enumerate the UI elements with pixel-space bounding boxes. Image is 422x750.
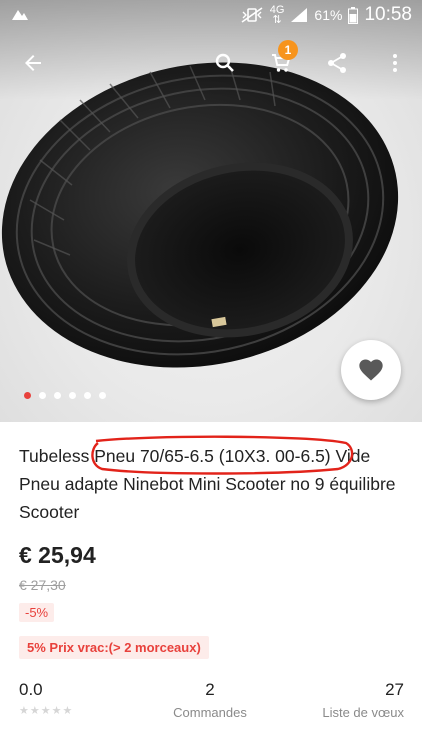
search-icon (215, 53, 234, 72)
rating-stars: ★ ★ ★ ★ ★ (19, 706, 72, 717)
gallery-dot[interactable] (84, 392, 91, 399)
discount-badge: -5% (19, 603, 55, 622)
orders-count: 2 (205, 680, 215, 699)
battery-percent: 61% (314, 7, 343, 23)
clock: 10:58 (364, 4, 412, 25)
network-activity: ⇅ (272, 14, 282, 26)
more-options-button[interactable] (376, 44, 414, 82)
share-button[interactable] (318, 44, 356, 82)
gallery-dot-active[interactable] (24, 392, 31, 399)
cart-count-badge: 1 (278, 40, 298, 60)
gallery-dot[interactable] (39, 392, 46, 399)
battery-icon (348, 6, 359, 24)
more-vert-icon (393, 54, 397, 72)
mute-vibrate-icon (241, 7, 263, 23)
gallery-dot[interactable] (69, 392, 76, 399)
star-icon: ★ (51, 705, 62, 717)
bulk-price-badge[interactable]: 5% Prix vrac:(> 2 morceaux) (19, 636, 209, 659)
product-price: € 25,94 (19, 542, 96, 568)
product-toolbar: 1 (0, 40, 422, 86)
wishlist-label: Liste de vœux (322, 705, 404, 720)
product-stats: 0.0 ★ ★ ★ ★ ★ 2 Commandes 27 Liste de vœ… (0, 680, 422, 730)
gallery-dot[interactable] (99, 392, 106, 399)
wishlist-stat[interactable]: 27 Liste de vœux (322, 680, 404, 720)
star-icon: ★ (29, 705, 40, 717)
star-icon: ★ (62, 705, 73, 717)
rating-value: 0.0 (19, 680, 43, 699)
back-arrow-icon (25, 55, 41, 71)
share-icon (328, 53, 346, 73)
status-bar: 4G ⇅ 61% 10:58 (0, 0, 422, 30)
add-to-wishlist-button[interactable] (341, 340, 401, 400)
star-icon: ★ (19, 705, 29, 717)
original-price: € 27,30 (19, 577, 66, 593)
signal-icon (291, 8, 308, 22)
heart-icon (359, 359, 383, 381)
gallery-pagination (24, 392, 106, 399)
star-icon: ★ (40, 705, 51, 717)
red-highlight-annotation (91, 435, 354, 475)
notification-icon (12, 10, 28, 20)
gallery-dot[interactable] (54, 392, 61, 399)
rating-stat[interactable]: 0.0 ★ ★ ★ ★ ★ (19, 680, 72, 717)
search-button[interactable] (206, 44, 244, 82)
orders-label: Commandes (173, 705, 247, 720)
wishlist-count: 27 (385, 680, 404, 699)
orders-stat[interactable]: 2 Commandes (165, 680, 255, 720)
network-indicator: 4G ⇅ (270, 5, 285, 26)
back-button[interactable] (14, 44, 52, 82)
